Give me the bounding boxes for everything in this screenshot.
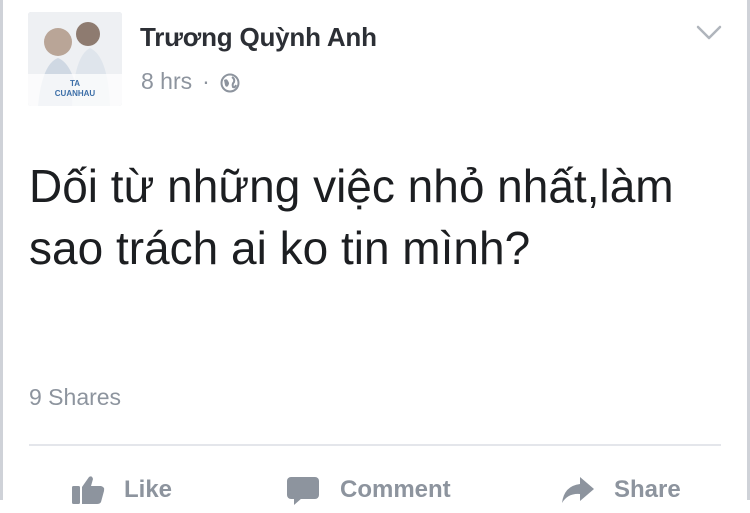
avatar[interactable]: TA CUANHAU (28, 12, 122, 106)
shares-count[interactable]: 9 Shares (29, 384, 121, 411)
share-button[interactable]: Share (560, 470, 681, 510)
post-text: Dối từ những việc nhỏ nhất,làm sao trách… (29, 160, 674, 274)
comment-icon (286, 474, 322, 506)
meta-separator: · (202, 68, 210, 94)
avatar-image: TA CUANHAU (28, 12, 122, 106)
author-name[interactable]: Trương Quỳnh Anh (140, 22, 377, 53)
svg-text:CUANHAU: CUANHAU (55, 89, 96, 98)
share-arrow-icon (560, 474, 596, 506)
thumbs-up-icon (70, 474, 106, 506)
post-time[interactable]: 8 hrs (141, 68, 192, 95)
like-button[interactable]: Like (70, 470, 172, 510)
divider (29, 444, 721, 446)
left-edge (0, 0, 3, 500)
chevron-down-icon[interactable] (696, 24, 722, 42)
globe-icon (220, 72, 240, 92)
svg-text:TA: TA (70, 79, 80, 88)
comment-button[interactable]: Comment (286, 470, 451, 510)
post-meta: 8 hrs · (141, 68, 240, 95)
